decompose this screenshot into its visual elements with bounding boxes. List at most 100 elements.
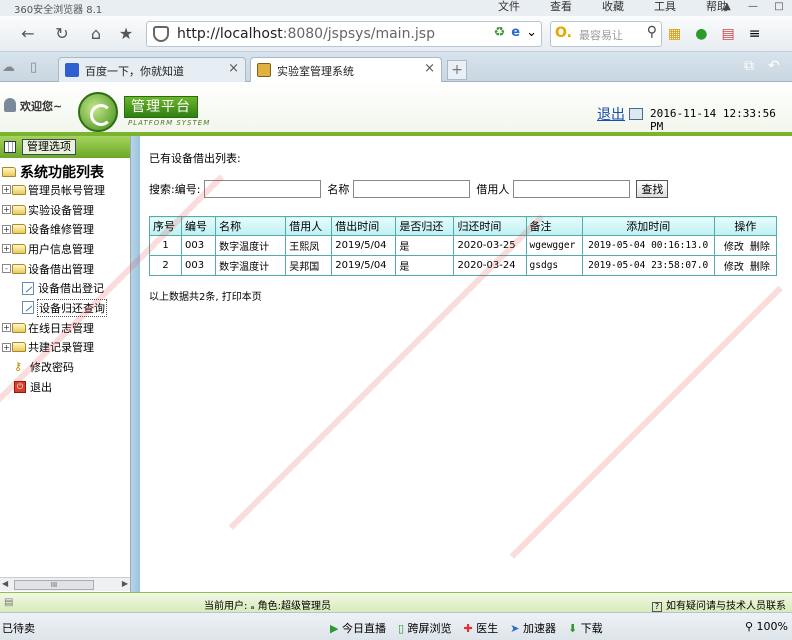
translate-icon[interactable]: ▤: [721, 26, 734, 42]
sidebar-header-label[interactable]: 管理选项: [22, 139, 76, 155]
cloud-icon[interactable]: ☁: [2, 60, 15, 75]
search-box[interactable]: O. 最容易让 ⚲: [550, 21, 662, 47]
col-seq: 序号: [148, 216, 183, 236]
chevron-down-icon[interactable]: ⌄: [526, 25, 537, 40]
delete-link[interactable]: 删除: [750, 258, 770, 273]
doctor-button[interactable]: ✚ 医生: [464, 620, 499, 636]
search-icon[interactable]: ⚲: [647, 24, 657, 40]
plus-icon[interactable]: +: [2, 185, 11, 195]
back-icon[interactable]: ←: [16, 22, 40, 46]
cell-name: 数字温度计: [215, 235, 287, 256]
browser-menu: 文件 查看 收藏 工具 帮助: [498, 0, 728, 14]
sidebar-item-label: 用户信息管理: [28, 242, 94, 256]
sidebar-item-admin-accounts[interactable]: + 管理员帐号管理: [2, 180, 107, 200]
sidebar-item-equipment-repair[interactable]: + 设备维修管理: [2, 219, 107, 239]
sidebar-scrollbar[interactable]: ◀ III ▶: [0, 577, 130, 591]
table-summary[interactable]: 以上数据共2条, 打印本页: [149, 288, 262, 303]
key-icon: ⚷: [14, 360, 23, 374]
sidebar-item-label: 退出: [30, 380, 52, 394]
safety-icon[interactable]: ●: [695, 26, 707, 42]
logout-link[interactable]: 退出: [597, 104, 625, 124]
menu-icon[interactable]: ≡: [749, 26, 761, 42]
live-button[interactable]: ▶ 今日直播: [330, 620, 386, 636]
edit-link[interactable]: 修改: [724, 258, 744, 273]
scroll-left-icon[interactable]: ◀: [2, 579, 8, 588]
plus-icon[interactable]: +: [2, 205, 11, 215]
sidebar-item-change-password[interactable]: ⚷ 修改密码: [2, 357, 107, 377]
sidebar-item-label: 设备借出管理: [28, 262, 94, 276]
cross-screen-button[interactable]: ▯ 跨屏浏览: [398, 620, 452, 636]
cell-borrower: 吴邦国: [285, 255, 333, 276]
maximize-icon[interactable]: □: [770, 0, 788, 14]
document-icon: [22, 301, 34, 315]
cell-added: 2019-05-04 23:58:07.0: [581, 255, 715, 276]
tab-baidu[interactable]: 百度一下，你就知道 ×: [58, 57, 246, 82]
plus-icon[interactable]: +: [2, 244, 11, 254]
sidebar-item-user-info[interactable]: + 用户信息管理: [2, 239, 107, 259]
toggle-icon[interactable]: ▤: [4, 597, 13, 608]
apps-icon[interactable]: ▦: [668, 26, 681, 42]
shirt-icon[interactable]: ▲: [718, 0, 736, 14]
scroll-right-icon[interactable]: ▶: [122, 579, 128, 588]
menu-item-favorites[interactable]: 收藏: [602, 0, 624, 14]
scroll-thumb[interactable]: III: [14, 580, 94, 590]
power-icon: ⏻: [14, 380, 26, 393]
phone-icon[interactable]: ▯: [30, 60, 37, 75]
search-engine-icon[interactable]: O.: [555, 25, 572, 41]
sidebar-item-label: 在线日志管理: [28, 321, 94, 335]
minus-icon[interactable]: -: [2, 264, 11, 274]
refresh-icon[interactable]: ↻: [50, 22, 74, 46]
download-button[interactable]: ⬇ 下载: [568, 620, 603, 636]
sidebar-item-lab-equipment[interactable]: + 实验设备管理: [2, 200, 107, 220]
menu-item-file[interactable]: 文件: [498, 0, 520, 14]
restore-icon[interactable]: ⧉: [744, 58, 754, 74]
borrower-input[interactable]: [513, 180, 631, 198]
sidebar-item-return-query[interactable]: 设备归还查询: [2, 298, 107, 318]
close-icon[interactable]: ×: [424, 61, 435, 76]
zoom-level[interactable]: ⚲ 100%: [745, 620, 788, 633]
code-input[interactable]: [204, 180, 322, 198]
col-added: 添加时间: [581, 216, 715, 236]
sidebar-item-equipment-lending[interactable]: - 设备借出管理: [2, 259, 107, 279]
main-content: 已有设备借出列表: 搜索:编号: 名称 借用人 查找 序号 编号 名称 借用人 …: [140, 136, 792, 592]
ie-icon[interactable]: e: [511, 25, 520, 40]
star-icon[interactable]: ★: [114, 22, 138, 46]
undo-icon[interactable]: ↶: [768, 58, 780, 74]
recycle-icon[interactable]: ♻: [494, 25, 506, 40]
plus-icon[interactable]: +: [2, 224, 11, 234]
help-icon: ?: [652, 602, 662, 612]
accelerator-button[interactable]: ➤ 加速器: [510, 620, 556, 636]
folder-icon: [12, 184, 26, 195]
search-button[interactable]: 查找: [636, 180, 669, 198]
plus-icon[interactable]: +: [2, 323, 11, 333]
tab-lab-system[interactable]: 实验室管理系统 ×: [250, 57, 442, 82]
close-icon[interactable]: ×: [228, 61, 239, 76]
logo-icon: [78, 92, 118, 132]
col-borrower: 借用人: [285, 216, 333, 236]
zoom-value: 100%: [756, 620, 788, 633]
tree-root[interactable]: 系统功能列表: [2, 162, 104, 182]
address-url[interactable]: http://localhost:8080/jspsys/main.jsp: [177, 26, 435, 42]
frame-splitter[interactable]: [131, 136, 140, 592]
folder-open-icon: [12, 263, 26, 274]
name-input[interactable]: [353, 180, 471, 198]
sidebar-item-lending-register[interactable]: 设备借出登记: [2, 278, 107, 298]
shield-icon: [153, 26, 169, 42]
plus-icon[interactable]: +: [2, 342, 11, 352]
edit-link[interactable]: 修改: [724, 238, 744, 253]
home-icon[interactable]: ⌂: [84, 22, 108, 46]
menu-item-tools[interactable]: 工具: [654, 0, 676, 14]
rocket-icon: ➤: [510, 622, 520, 635]
sidebar-item-online-log[interactable]: + 在线日志管理: [2, 318, 107, 338]
window-controls: ▲ — □: [718, 0, 788, 14]
col-return-date: 归还时间: [453, 216, 527, 236]
delete-link[interactable]: 删除: [750, 238, 770, 253]
sidebar-item-exit[interactable]: ⏻ 退出: [2, 377, 107, 397]
minimize-icon[interactable]: —: [744, 0, 762, 14]
tab-label: 实验室管理系统: [277, 65, 354, 78]
menu-item-view[interactable]: 查看: [550, 0, 572, 14]
logo-title: 管理平台: [124, 96, 198, 118]
sidebar-item-shared-records[interactable]: + 共建记录管理: [2, 338, 107, 358]
new-tab-button[interactable]: +: [447, 60, 467, 80]
address-bar[interactable]: http://localhost:8080/jspsys/main.jsp ♻ …: [146, 21, 542, 47]
